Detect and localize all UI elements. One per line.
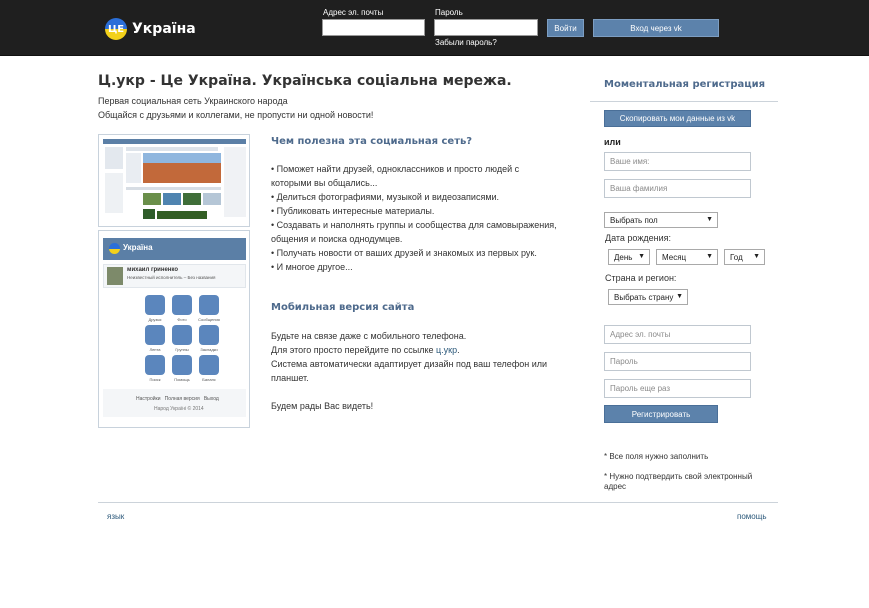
tile-label: Сообщения <box>198 317 220 322</box>
month-select-value: Месяц <box>662 252 687 262</box>
tile-label: Лента <box>149 347 161 352</box>
tile-feed-icon <box>145 325 165 345</box>
login-password-input[interactable] <box>434 19 538 36</box>
top-header: ЦЕ Україна Адрес эл. почты Пароль Войти … <box>0 0 869 56</box>
registration-title: Моментальная регистрация <box>604 79 766 90</box>
mobile-text-prefix: Для этого просто перейдите по ссылке <box>271 345 437 355</box>
mobile-text-line: Система автоматически адаптирует дизайн … <box>271 359 548 369</box>
tile-messages-icon <box>199 295 219 315</box>
mobile-copyright: Народ Україні © 2014 <box>154 406 204 412</box>
desktop-preview-image <box>98 134 250 227</box>
tile-photo-icon <box>172 295 192 315</box>
feature-line: • Получать новости от ваших друзей и зна… <box>271 248 537 258</box>
mobile-footer-area <box>103 389 246 417</box>
mobile-text-line: Для этого просто перейдите по ссылке ц.у… <box>271 345 460 355</box>
chevron-down-icon: ▼ <box>753 253 760 260</box>
password-repeat-input[interactable]: Пароль еще раз <box>604 379 751 398</box>
language-link[interactable]: язык <box>107 512 124 521</box>
login-button[interactable]: Войти <box>547 19 584 37</box>
required-fields-note: * Все поля нужно заполнить <box>604 452 709 461</box>
mobile-user-name: михаил гриненко <box>127 267 178 273</box>
closing-text: Будем рады Вас видеть! <box>271 401 374 411</box>
mobile-logo-flag-icon <box>109 243 120 254</box>
year-select[interactable]: Год ▼ <box>724 249 765 265</box>
mobile-preview-image: Україна михаил гриненко Неизвестный испо… <box>98 230 250 428</box>
chevron-down-icon: ▼ <box>706 216 713 223</box>
mobile-text-line: планшет. <box>271 373 309 383</box>
feature-line: • Создавать и наполнять группы и сообщес… <box>271 220 557 230</box>
tile-label: Друзья <box>148 317 162 322</box>
chevron-down-icon: ▼ <box>676 293 683 300</box>
gender-select[interactable]: Выбрать пол ▼ <box>604 212 718 228</box>
last-name-input[interactable]: Ваша фамилия <box>604 179 751 198</box>
feature-line: общения и поиска однодумцев. <box>271 234 403 244</box>
tile-label: Помощь <box>174 377 190 382</box>
mobile-user-status: Неизвестный исполнитель – Без названия <box>127 275 216 280</box>
registration-divider <box>590 101 778 102</box>
intro-line-1: Первая социальная сеть Украинского народ… <box>98 96 288 106</box>
tile-friends-icon <box>145 295 165 315</box>
confirm-email-note-line1: * Нужно подтвердить свой электронный <box>604 472 753 481</box>
page-title: Ц.укр - Це Україна. Українська соціальна… <box>98 73 512 89</box>
or-label: или <box>604 137 621 147</box>
day-select[interactable]: День ▼ <box>608 249 650 265</box>
help-link[interactable]: помощь <box>737 512 766 521</box>
mobile-text-line: Будьте на связе даже с мобильного телефо… <box>271 331 467 341</box>
mobile-avatar <box>107 267 123 285</box>
feature-line: • И многое другое... <box>271 262 353 272</box>
mobile-version-title: Мобильная версия сайта <box>271 302 415 313</box>
chevron-down-icon: ▼ <box>706 253 713 260</box>
year-select-value: Год <box>730 252 743 262</box>
tile-help-icon <box>172 355 192 375</box>
country-label: Страна и регион: <box>605 273 677 283</box>
confirm-email-note-line2: адрес <box>604 482 627 491</box>
footer-divider <box>98 502 778 503</box>
tile-balance-icon <box>199 355 219 375</box>
tile-label: Поиск <box>149 377 161 382</box>
feature-line: • Публиковать интересные материалы. <box>271 206 435 216</box>
feature-line: • Делиться фотографиями, музыкой и видео… <box>271 192 500 202</box>
mobile-site-link[interactable]: ц.укр <box>436 345 457 355</box>
mobile-footer-links: Настройки Полная версия Выход <box>136 396 219 402</box>
tile-label: Фото <box>177 317 187 322</box>
feature-line: • Поможет найти друзей, одноклассников и… <box>271 164 520 174</box>
tile-label: Баланс <box>202 377 216 382</box>
vk-login-button[interactable]: Вход через vk <box>593 19 719 37</box>
mobile-preview-header: Україна <box>103 238 246 260</box>
site-logo[interactable]: ЦЕ Україна <box>105 18 196 40</box>
birthdate-label: Дата рождения: <box>605 233 671 243</box>
feature-line: которыми вы общались... <box>271 178 378 188</box>
country-select-value: Выбрать страну <box>614 292 674 302</box>
logo-badge-text: ЦЕ <box>107 23 125 35</box>
intro-line-2: Общайся с друзьями и коллегами, не пропу… <box>98 110 374 120</box>
mobile-logo-name: Україна <box>123 243 153 252</box>
email-input[interactable]: Адрес эл. почты <box>604 325 751 344</box>
tile-groups-icon <box>172 325 192 345</box>
features-title: Чем полезна эта социальная сеть? <box>271 136 473 147</box>
chevron-down-icon: ▼ <box>638 253 645 260</box>
month-select[interactable]: Месяц ▼ <box>656 249 718 265</box>
gender-select-value: Выбрать пол <box>610 215 658 225</box>
tile-search-icon <box>145 355 165 375</box>
tile-label: Закладки <box>200 347 218 352</box>
password-label: Пароль <box>435 8 463 17</box>
tile-bookmarks-icon <box>199 325 219 345</box>
day-select-value: День <box>614 252 633 262</box>
logo-flag-icon: ЦЕ <box>105 18 127 40</box>
logo-name: Україна <box>132 21 196 37</box>
login-email-input[interactable] <box>322 19 425 36</box>
first-name-input[interactable]: Ваше имя: <box>604 152 751 171</box>
register-button[interactable]: Регистрировать <box>604 405 718 423</box>
copy-vk-data-button[interactable]: Скопировать мои данные из vk <box>604 110 751 127</box>
email-label: Адрес эл. почты <box>323 8 384 17</box>
forgot-password-link[interactable]: Забыли пароль? <box>435 38 497 47</box>
mobile-text-suffix: . <box>457 345 460 355</box>
password-input[interactable]: Пароль <box>604 352 751 371</box>
country-select[interactable]: Выбрать страну ▼ <box>608 289 688 305</box>
tile-label: Группы <box>175 347 189 352</box>
